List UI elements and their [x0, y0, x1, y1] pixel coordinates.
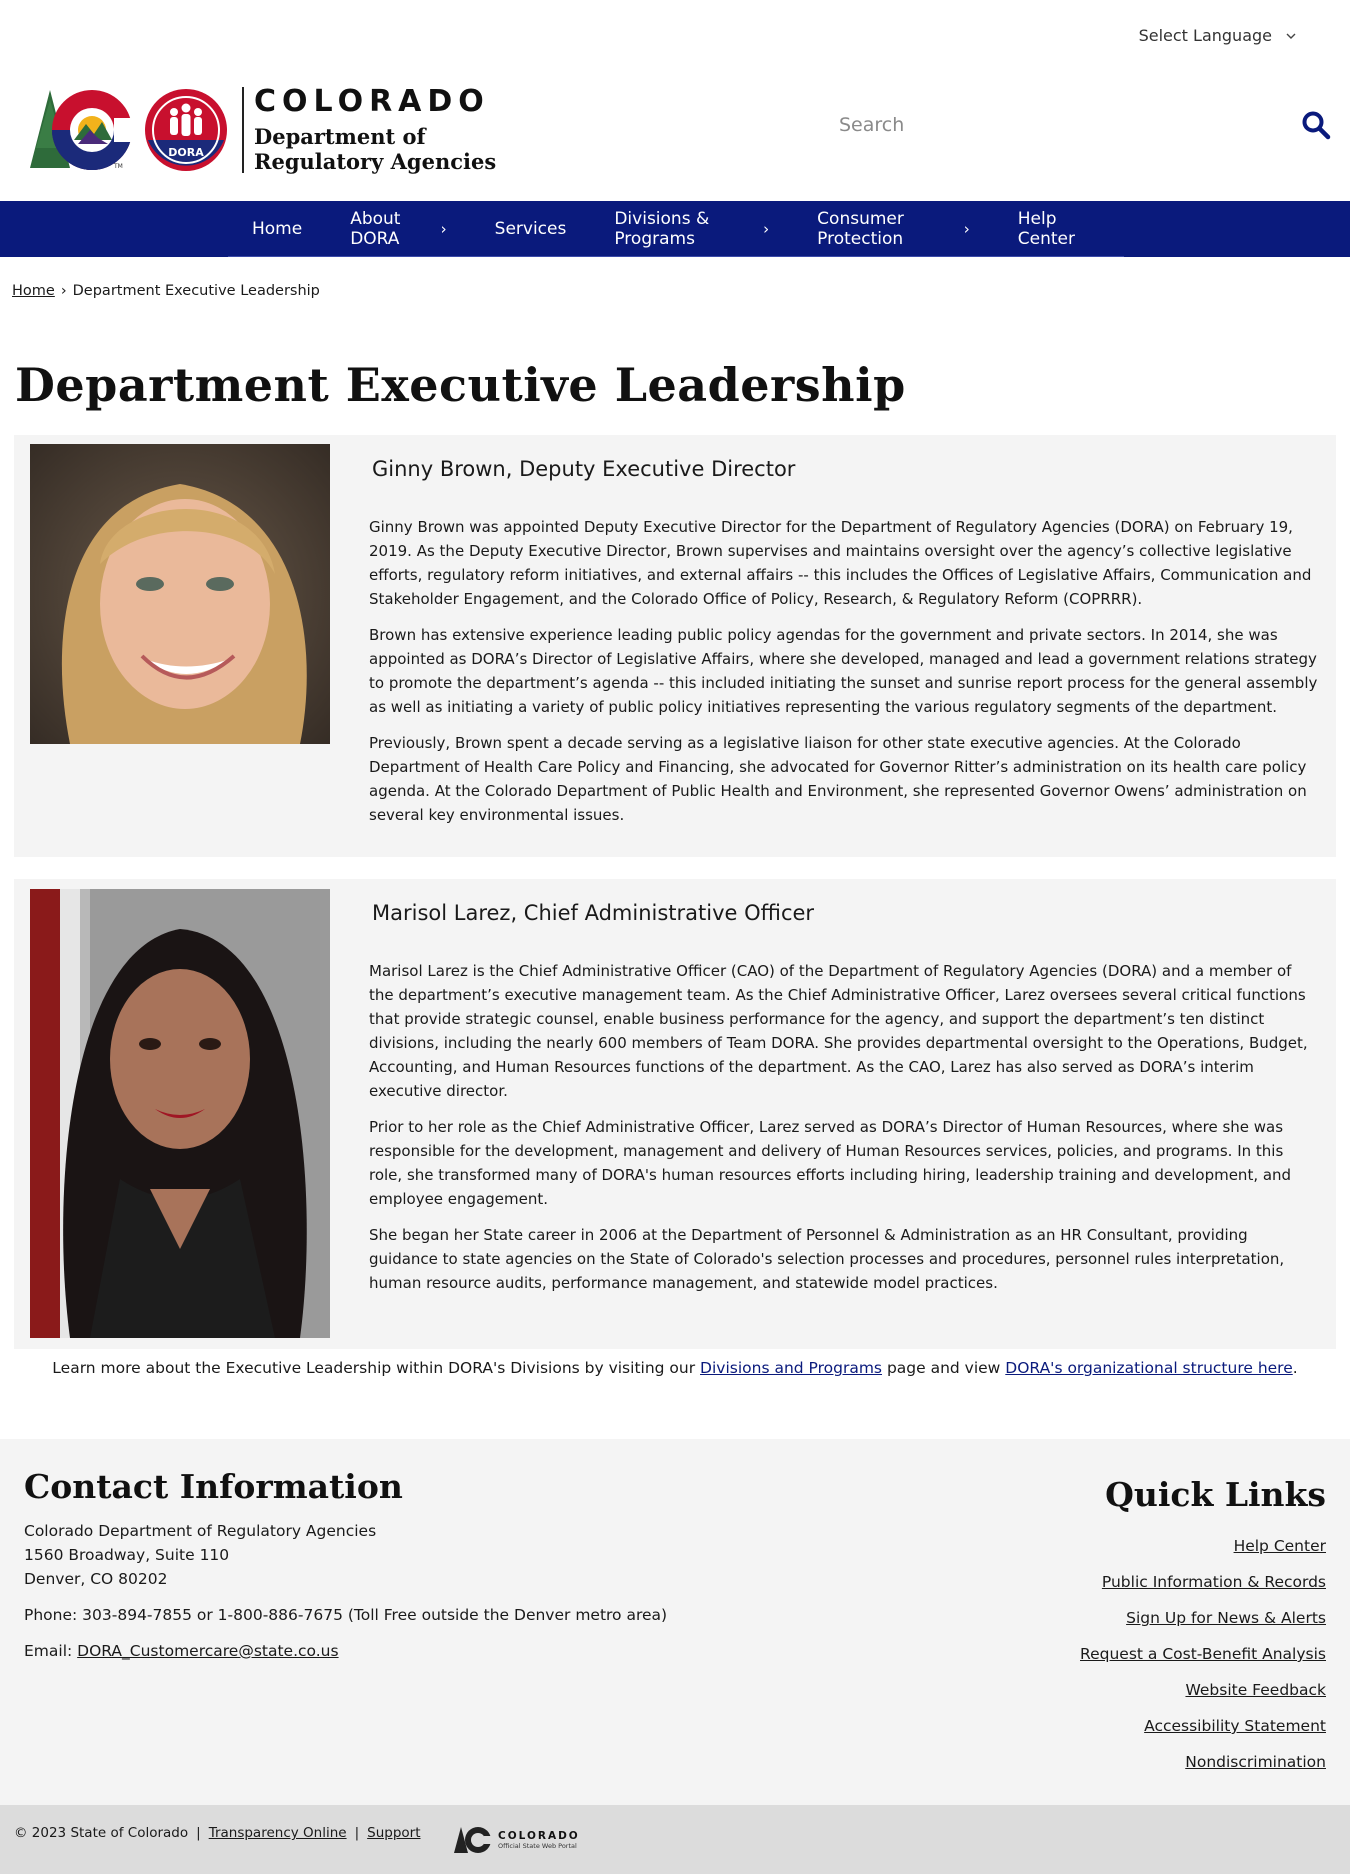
- learn-more-before: Learn more about the Executive Leadershi…: [52, 1359, 701, 1377]
- quick-link-accessibility[interactable]: Accessibility Statement: [1144, 1717, 1326, 1735]
- quick-link-cost-benefit[interactable]: Request a Cost-Benefit Analysis: [1080, 1645, 1326, 1663]
- logo-state-name: COLORADO: [254, 84, 490, 119]
- language-label: Select Language: [1138, 26, 1272, 45]
- address-line: Colorado Department of Regulatory Agenci…: [24, 1522, 377, 1540]
- colorado-c-logo-icon: TM: [30, 90, 138, 170]
- bio-paragraph: Marisol Larez is the Chief Administrativ…: [369, 962, 1308, 1100]
- quick-link-nondiscrimination[interactable]: Nondiscrimination: [1185, 1753, 1326, 1771]
- logo-text: COLORADO Department of Regulatory Agenci…: [254, 84, 497, 175]
- quick-link-public-information[interactable]: Public Information & Records: [1102, 1573, 1326, 1591]
- search-icon[interactable]: [1301, 110, 1331, 140]
- nav-item-label: Divisions & Programs: [614, 209, 710, 249]
- quick-links: Quick Links Help Center Public Informati…: [1080, 1475, 1326, 1786]
- quick-links-heading: Quick Links: [1105, 1475, 1326, 1514]
- breadcrumb-current: Department Executive Leadership: [72, 283, 320, 299]
- dora-badge-text: DORA: [168, 146, 204, 159]
- nav-item-divisions-programs[interactable]: Divisions & Programs ›: [590, 201, 793, 257]
- contact-information: Contact Information Colorado Department …: [24, 1467, 668, 1663]
- portal-subtitle: Official State Web Portal: [498, 1842, 577, 1850]
- bottom-bar: © 2023 State of Colorado | Transparency On…: [0, 1805, 1350, 1874]
- leader-photo-ginny-brown: [30, 444, 330, 744]
- main-nav: Home About DORA › Services Divisions & Pr…: [0, 201, 1350, 257]
- logo-dept-line1: Department of: [254, 124, 426, 149]
- bio-paragraph: Previously, Brown spent a decade serving…: [369, 734, 1307, 824]
- quick-link-news-alerts[interactable]: Sign Up for News & Alerts: [1126, 1609, 1326, 1627]
- page-title: Department Executive Leadership: [15, 358, 906, 412]
- contact-email-link[interactable]: DORA_Customercare@state.co.us: [77, 1642, 338, 1660]
- learn-more-text: Learn more about the Executive Leadershi…: [0, 1359, 1350, 1377]
- contact-heading: Contact Information: [24, 1467, 403, 1506]
- address-line: Denver, CO 80202: [24, 1570, 168, 1588]
- org-structure-link[interactable]: DORA's organizational structure here: [1005, 1359, 1292, 1377]
- portal-title: COLORADO: [498, 1830, 580, 1842]
- leader-photo-marisol-larez: [30, 889, 330, 1338]
- nav-item-label: About DORA: [350, 209, 401, 249]
- copyright-text: © 2023 State of Colorado: [14, 1825, 189, 1841]
- address-line: 1560 Broadway, Suite 110: [24, 1546, 230, 1564]
- nav-item-home[interactable]: Home: [228, 201, 326, 257]
- contact-phone: Phone: 303-894-7855 or 1-800-886-7675 (T…: [24, 1606, 668, 1624]
- copyright-line: © 2023 State of Colorado | Transparency On…: [14, 1825, 421, 1841]
- nav-item-help-center[interactable]: Help Center: [994, 201, 1124, 257]
- svg-text:TM: TM: [113, 163, 123, 170]
- search-input[interactable]: [811, 114, 1251, 136]
- colorado-portal-icon: [454, 1827, 492, 1853]
- site-footer: Contact Information Colorado Department …: [0, 1439, 1350, 1805]
- transparency-online-link[interactable]: Transparency Online: [209, 1825, 347, 1841]
- dora-badge-icon: DORA: [145, 89, 227, 171]
- dora-logo[interactable]: TM DORA COLORADO Department of Regulator…: [28, 86, 496, 174]
- leader-card: Marisol Larez, Chief Administrative Offi…: [14, 879, 1336, 1349]
- quick-link-website-feedback[interactable]: Website Feedback: [1185, 1681, 1326, 1699]
- nav-item-label: Help Center: [1017, 209, 1075, 249]
- support-link[interactable]: Support: [367, 1825, 420, 1841]
- nav-item-label: Services: [494, 219, 567, 239]
- chevron-right-icon: ›: [963, 220, 970, 238]
- leader-bio: Ginny Brown was appointed Deputy Executi…: [369, 515, 1319, 839]
- bio-paragraph: Prior to her role as the Chief Administr…: [369, 1118, 1292, 1208]
- chevron-right-icon: ›: [440, 220, 447, 238]
- state-portal-logo[interactable]: COLORADO Official State Web Portal: [454, 1825, 580, 1855]
- bio-paragraph: She began her State career in 2006 at th…: [369, 1226, 1285, 1292]
- pipe-separator: |: [354, 1825, 360, 1841]
- portal-text: COLORADO Official State Web Portal: [498, 1830, 580, 1850]
- contact-email-label: Email:: [24, 1642, 78, 1660]
- leader-name: Ginny Brown, Deputy Executive Director: [372, 457, 796, 481]
- chevron-down-icon: [1286, 33, 1296, 39]
- contact-address: Colorado Department of Regulatory Agenci…: [24, 1519, 667, 1591]
- breadcrumb: Home › Department Executive Leadership: [12, 283, 320, 299]
- nav-item-label: Consumer Protection: [817, 209, 904, 249]
- contact-email-row: Email: DORA_Customercare@state.co.us: [24, 1639, 667, 1663]
- pipe-separator: |: [196, 1825, 201, 1841]
- nav-item-consumer-protection[interactable]: Consumer Protection ›: [793, 201, 994, 257]
- nav-item-services[interactable]: Services: [471, 201, 591, 257]
- nav-item-about-dora[interactable]: About DORA ›: [326, 201, 470, 257]
- logo-divider: [242, 87, 244, 173]
- leader-name: Marisol Larez, Chief Administrative Offi…: [372, 901, 815, 925]
- search-bar: [811, 100, 1331, 150]
- bio-paragraph: Ginny Brown was appointed Deputy Executi…: [369, 518, 1312, 608]
- learn-more-after: .: [1292, 1359, 1298, 1377]
- quick-link-help-center[interactable]: Help Center: [1234, 1537, 1326, 1555]
- breadcrumb-separator: ›: [60, 283, 67, 299]
- learn-more-middle: page and view: [882, 1359, 1006, 1377]
- leader-bio: Marisol Larez is the Chief Administrativ…: [369, 959, 1319, 1307]
- leader-card: Ginny Brown, Deputy Executive Director G…: [14, 435, 1336, 857]
- chevron-right-icon: ›: [763, 220, 770, 238]
- logo-dept-line2: Regulatory Agencies: [254, 149, 497, 174]
- bio-paragraph: Brown has extensive experience leading p…: [369, 626, 1318, 716]
- breadcrumb-home-link[interactable]: Home: [12, 283, 55, 299]
- site-header: TM DORA COLORADO Department of Regulator…: [28, 80, 1331, 180]
- language-selector[interactable]: Select Language: [1139, 26, 1296, 45]
- nav-item-label: Home: [252, 219, 303, 239]
- divisions-programs-link[interactable]: Divisions and Programs: [700, 1359, 882, 1377]
